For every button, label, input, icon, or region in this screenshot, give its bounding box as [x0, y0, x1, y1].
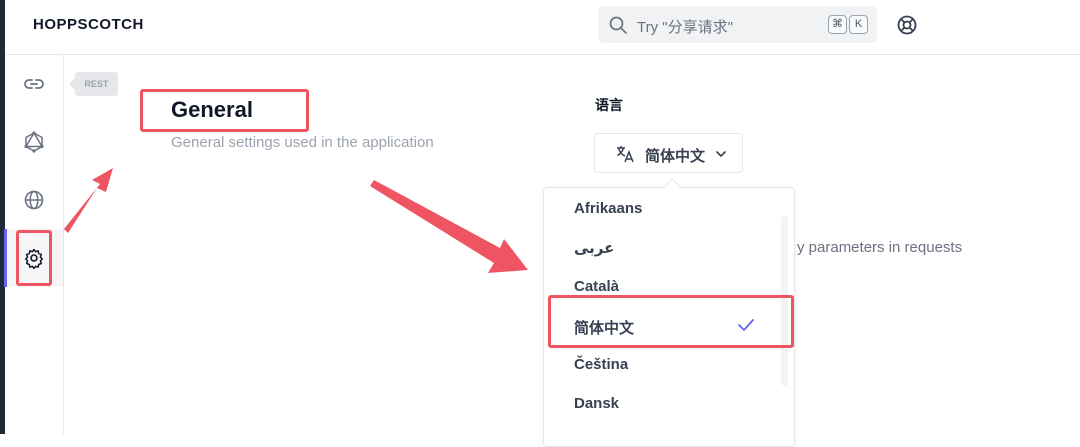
- annotation-arrow-to-dropdown: [370, 180, 528, 273]
- annotation-arrow-to-title: [64, 168, 113, 233]
- annotation-arrows: [64, 168, 528, 273]
